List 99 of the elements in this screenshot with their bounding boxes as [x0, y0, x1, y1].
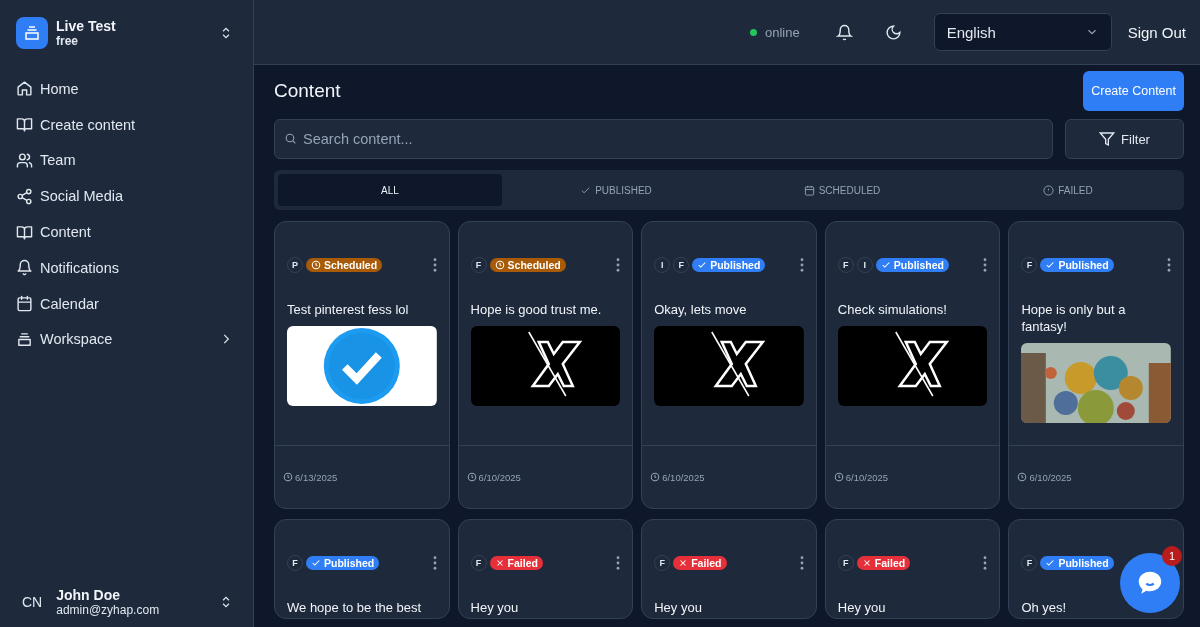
- more-icon[interactable]: [799, 556, 804, 570]
- more-icon[interactable]: [432, 556, 437, 570]
- status-badge: Published: [306, 556, 380, 570]
- post-text: Hey you: [654, 599, 703, 616]
- more-icon[interactable]: [432, 258, 437, 272]
- content-card[interactable]: F Published We hope to be the best: [274, 519, 450, 619]
- sign-out-button[interactable]: Sign Out: [1127, 23, 1186, 41]
- bell-icon: [16, 259, 33, 277]
- post-text: Hope is only but a fantasy!: [1021, 301, 1127, 335]
- clock-icon: [1017, 472, 1028, 482]
- sidebar-item[interactable]: Workspace: [16, 321, 237, 358]
- status-badge: Failed: [856, 556, 911, 570]
- search-field[interactable]: Search content...: [274, 119, 1053, 159]
- status-badge: Published: [875, 258, 949, 272]
- calendar-icon: [16, 295, 33, 313]
- status-icon: [861, 558, 872, 568]
- content-card[interactable]: P Scheduled Test pinterest fess lol 6/13/2025: [274, 221, 450, 509]
- sidebar-item[interactable]: Content: [16, 214, 237, 250]
- more-icon[interactable]: [983, 556, 988, 570]
- more-icon[interactable]: [616, 258, 621, 272]
- filter-button[interactable]: Filter: [1065, 119, 1184, 159]
- sidebar-item[interactable]: Team: [16, 142, 237, 179]
- status-icon: [1045, 260, 1056, 270]
- calendar-icon: [803, 184, 815, 196]
- book-icon: [16, 223, 33, 241]
- check-icon: [580, 184, 592, 196]
- share-icon: [16, 187, 33, 205]
- clock-icon: [650, 472, 661, 482]
- clock-icon: [833, 472, 844, 482]
- user-name[interactable]: John Doe: [56, 587, 205, 603]
- home-icon: [16, 80, 33, 98]
- status-badge: Published: [692, 258, 766, 272]
- status-badge: Failed: [673, 556, 727, 570]
- status-dot-icon: [749, 28, 757, 36]
- content-card[interactable]: F Failed Hey you: [824, 519, 1001, 619]
- more-icon[interactable]: [983, 258, 988, 272]
- status-badge: Failed: [489, 556, 543, 570]
- sidebar-item[interactable]: Create content: [16, 106, 237, 143]
- status-badge: Scheduled: [489, 258, 566, 272]
- workspace-logo-icon: [16, 16, 48, 49]
- moon-icon[interactable]: [884, 23, 902, 41]
- more-icon[interactable]: [799, 258, 804, 272]
- status-icon: [697, 260, 708, 270]
- post-text: Hope is good trust me.: [470, 301, 603, 318]
- post-text: Test pinterest fess lol: [287, 301, 410, 318]
- more-icon[interactable]: [616, 556, 621, 570]
- page-title: Content: [274, 80, 341, 102]
- user-avatar: CN: [22, 594, 43, 610]
- clock-icon: [466, 472, 477, 482]
- post-date: 6/10/2025: [650, 471, 705, 483]
- content-card[interactable]: F Published Hope is only but a fantasy! 6/10/2025: [1008, 221, 1184, 509]
- sidebar-item[interactable]: Notifications: [16, 250, 237, 286]
- tab[interactable]: SCHEDULED: [730, 174, 954, 206]
- sidebar-item[interactable]: Home: [16, 71, 237, 107]
- status-icon: [1045, 558, 1056, 568]
- sidebar-item[interactable]: Calendar: [16, 285, 237, 322]
- post-date: 6/10/2025: [1017, 471, 1072, 483]
- status-badge: Published: [1040, 258, 1114, 272]
- status-icon: [311, 558, 321, 568]
- tab[interactable]: PUBLISHED: [504, 174, 728, 206]
- status-text: online: [764, 24, 800, 40]
- post-date: 6/13/2025: [283, 471, 338, 483]
- status-icon: [678, 558, 689, 568]
- post-date: 6/10/2025: [466, 471, 521, 483]
- status-icon: [494, 260, 505, 270]
- workspace-plan: free: [56, 33, 79, 48]
- status-icon: [494, 558, 505, 568]
- workspace-name[interactable]: Live Test: [56, 17, 211, 34]
- post-text: Hey you: [470, 599, 520, 616]
- bell-icon[interactable]: [835, 23, 853, 41]
- content-card[interactable]: I F Published Okay, lets move 6/10/2025: [641, 221, 817, 509]
- content-card[interactable]: F Failed Hey you: [457, 519, 634, 619]
- post-text: Oh yes!: [1021, 599, 1068, 616]
- tab[interactable]: FAILED: [956, 174, 1180, 206]
- status-badge: Scheduled: [306, 258, 383, 272]
- post-text: Okay, lets move: [654, 301, 748, 318]
- sidebar-item[interactable]: Social Media: [16, 178, 237, 215]
- status-icon: [880, 260, 891, 270]
- post-text: Check simulations!: [837, 301, 948, 318]
- stack-icon: [16, 330, 33, 348]
- book-icon: [16, 116, 33, 134]
- user-email: admin@zyhap.com: [56, 603, 161, 617]
- clock-icon: [283, 472, 293, 482]
- post-text: We hope to be the best: [287, 599, 423, 616]
- status-icon: [311, 260, 321, 270]
- alert-icon: [1043, 184, 1055, 196]
- post-date: 6/10/2025: [833, 471, 889, 483]
- users-icon: [16, 152, 33, 169]
- filter-icon: [1099, 131, 1116, 147]
- content-card[interactable]: F Scheduled Hope is good trust me. 6/10/2025: [457, 221, 634, 509]
- create-content-button[interactable]: Create Content: [1083, 71, 1184, 111]
- language-select[interactable]: English: [933, 13, 1112, 51]
- search-icon: [284, 132, 297, 145]
- content-card[interactable]: F I Published Check simulations! 6/10/2025: [824, 221, 1001, 509]
- post-text: Hey you: [837, 599, 887, 616]
- more-icon[interactable]: [1167, 258, 1171, 272]
- tab[interactable]: ALL: [278, 174, 502, 206]
- status-badge: Published: [1040, 556, 1114, 570]
- content-card[interactable]: F Failed Hey you: [641, 519, 817, 619]
